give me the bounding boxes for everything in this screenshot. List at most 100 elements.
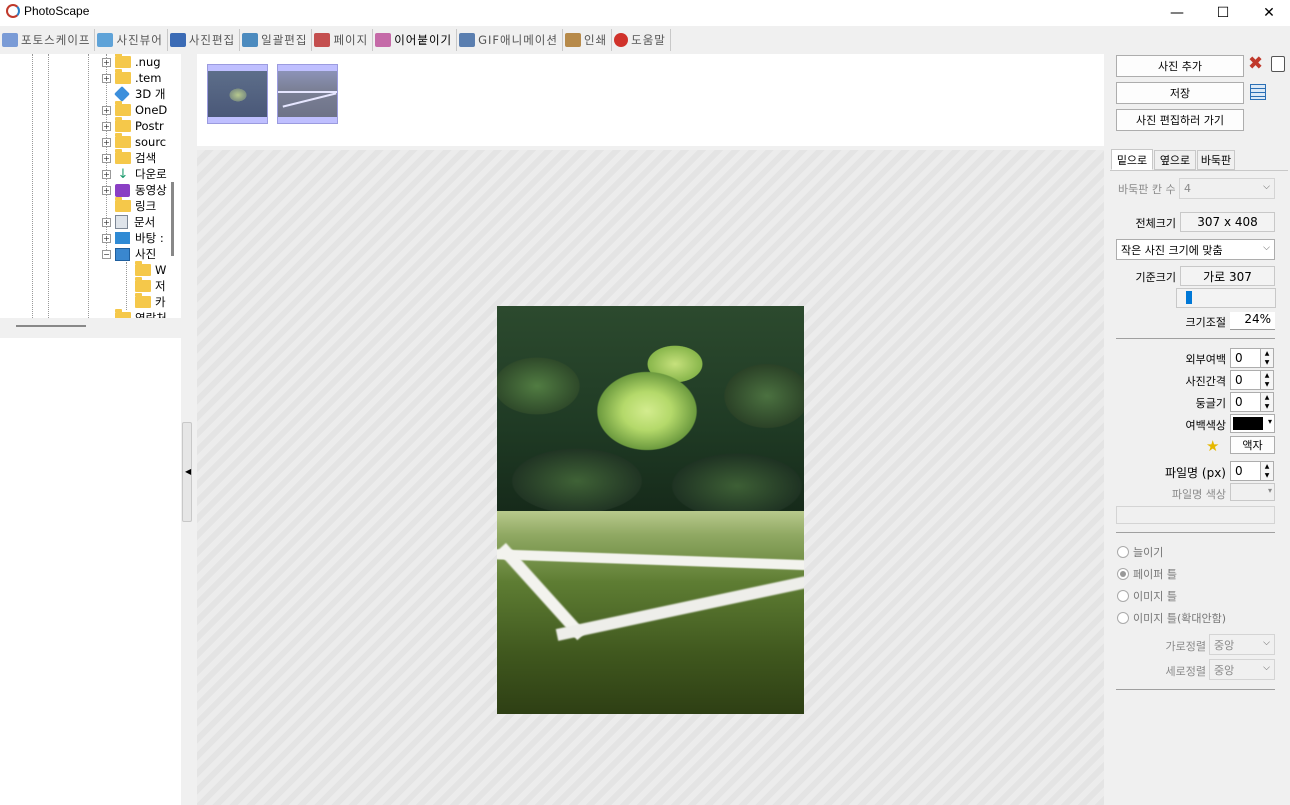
maximize-button[interactable]: ☐ [1200,0,1246,26]
tab-combine[interactable]: 이어붙이기 [373,29,458,51]
tree-item[interactable]: W [135,261,166,278]
expand-toggle[interactable]: + [102,153,111,163]
tab-horizontal[interactable]: 옆으로 [1154,150,1196,170]
tree-item[interactable]: 저 [135,277,166,294]
v-align-select[interactable]: 중앙 ⌵ [1209,659,1275,680]
tree-item[interactable]: 링크 [115,197,156,214]
tree-item[interactable]: − 사진 [102,246,156,262]
h-align-label: 가로정렬 [1165,640,1206,653]
radio-image-frame[interactable]: 이미지 틀 [1117,588,1177,604]
filename-format-field[interactable] [1116,506,1275,524]
spin-arrows-icon[interactable]: ▲ ▼ [1260,393,1273,411]
tree-item[interactable]: 3D 개 [114,86,165,102]
radio-stretch[interactable]: 늘이기 [1117,544,1163,560]
expand-toggle[interactable]: + [102,233,111,243]
tree-item[interactable]: + .nug [102,54,161,70]
page-tab-icon [314,33,331,47]
remove-all-icon[interactable]: ✖ [1248,55,1266,73]
round-stepper[interactable]: 0 ▲ ▼ [1230,392,1274,412]
tree-item[interactable]: + .tem [102,69,161,86]
app-logo-icon [6,4,20,18]
tab-viewer[interactable]: 사진뷰어 [95,29,168,51]
thumbnail-field[interactable] [277,64,338,124]
video-icon [115,183,130,197]
spin-arrows-icon[interactable]: ▲ ▼ [1260,349,1273,367]
tree-item[interactable]: + 검색 [102,149,156,166]
thumbnail-cabbage[interactable] [207,64,268,124]
margin-color-label: 여백색상 [1185,419,1226,432]
photo-gap-label: 사진간격 [1185,375,1226,388]
tab-home[interactable]: 포토스케이프 [0,29,96,51]
tree-item[interactable]: + sourc [102,133,166,150]
tree-vertical-scrollbar[interactable] [171,182,174,256]
radio-indicator[interactable] [1117,568,1129,580]
outer-margin-stepper[interactable]: 0 ▲ ▼ [1230,348,1274,368]
save-button[interactable]: 저장 [1116,82,1244,104]
panel-collapse-handle[interactable]: ◀ [182,422,192,522]
tree-item[interactable]: + 문서 [102,214,155,230]
collapse-left-icon: ◀ [185,467,192,476]
outer-margin-label: 외부여백 [1185,353,1226,366]
fit-option-select[interactable]: 작은 사진 크기에 맞춤 ⌵ [1116,239,1275,260]
tab-grid[interactable]: 바둑판 [1197,150,1235,170]
3d-objects-icon [114,86,130,102]
expand-toggle[interactable]: + [102,169,111,179]
margin-color-picker[interactable]: ▾ [1230,414,1275,433]
tree-item[interactable]: 카 [135,293,166,310]
scrollbar-thumb[interactable] [16,325,86,327]
main-tab-bar: 포토스케이프 사진뷰어 사진편집 일괄편집 페이지 이어붙이기 GIF애니메이션… [0,28,1290,52]
expand-toggle[interactable]: + [102,105,111,115]
scale-slider[interactable] [1176,288,1276,308]
expand-toggle[interactable]: + [102,73,111,83]
preview-image-field [497,511,804,714]
editor-tab-icon [169,33,186,47]
tree-item[interactable]: + ↓ 다운로 [102,166,167,182]
tab-help[interactable]: 도움말 [612,29,671,51]
tree-item[interactable]: + 바탕 : [102,230,164,246]
tab-page[interactable]: 페이지 [312,29,374,51]
filename-size-stepper[interactable]: 0 ▲ ▼ [1230,461,1274,481]
minimize-button[interactable]: — [1154,0,1200,26]
chevron-down-icon: ⌵ [1263,243,1270,253]
tab-vertical[interactable]: 밑으로 [1111,149,1153,170]
expand-toggle[interactable]: + [102,137,111,147]
expand-toggle[interactable]: − [102,249,111,259]
tree-horizontal-scrollbar[interactable] [0,318,181,338]
gif-tab-icon [459,33,476,47]
radio-paper-frame[interactable]: 페이퍼 틀 [1117,566,1177,582]
filename-color-picker[interactable]: ▾ [1230,483,1275,501]
expand-toggle[interactable]: + [102,217,111,227]
tree-item[interactable]: 연락처 [115,309,167,318]
add-photo-button[interactable]: 사진 추가 [1116,55,1244,77]
radio-indicator[interactable] [1117,590,1129,602]
tab-batch[interactable]: 일괄편집 [240,29,313,51]
tree-item[interactable]: + 동영상 [102,182,167,198]
radio-indicator[interactable] [1117,612,1129,624]
spin-arrows-icon[interactable]: ▲ ▼ [1260,371,1273,389]
expand-toggle[interactable]: + [102,185,111,195]
save-options-icon[interactable] [1250,84,1266,100]
expand-toggle[interactable]: + [102,121,111,131]
tree-item[interactable]: + Postr [102,117,164,134]
expand-toggle[interactable]: + [102,57,111,67]
download-arrow-icon: ↓ [117,166,129,182]
tab-gif[interactable]: GIF애니메이션 [457,29,563,51]
radio-image-frame-no-zoom[interactable]: 이미지 틀(확대안함) [1117,610,1226,626]
go-edit-button[interactable]: 사진 편집하러 가기 [1116,109,1244,131]
spin-arrows-icon[interactable]: ▲ ▼ [1260,462,1273,480]
radio-indicator[interactable] [1117,546,1129,558]
tab-editor[interactable]: 사진편집 [168,29,241,51]
folder-tree[interactable]: + .nug + .tem 3D 개 + OneD + Postr + sourc + 검색… [0,54,181,318]
scale-value[interactable]: 24% [1230,312,1275,330]
chevron-down-icon: ⌵ [1263,182,1270,192]
slider-thumb[interactable] [1186,291,1192,304]
tab-print[interactable]: 인쇄 [563,29,613,51]
h-align-select[interactable]: 중앙 ⌵ [1209,634,1275,655]
frame-button[interactable]: 액자 [1230,436,1275,454]
close-button[interactable]: ✕ [1246,0,1290,26]
tree-item[interactable]: + OneD [102,101,167,118]
grid-cols-select[interactable]: 4 ⌵ [1179,178,1275,199]
selected-photos-strip[interactable] [197,54,1104,146]
trash-icon[interactable] [1271,56,1285,72]
photo-gap-stepper[interactable]: 0 ▲ ▼ [1230,370,1274,390]
